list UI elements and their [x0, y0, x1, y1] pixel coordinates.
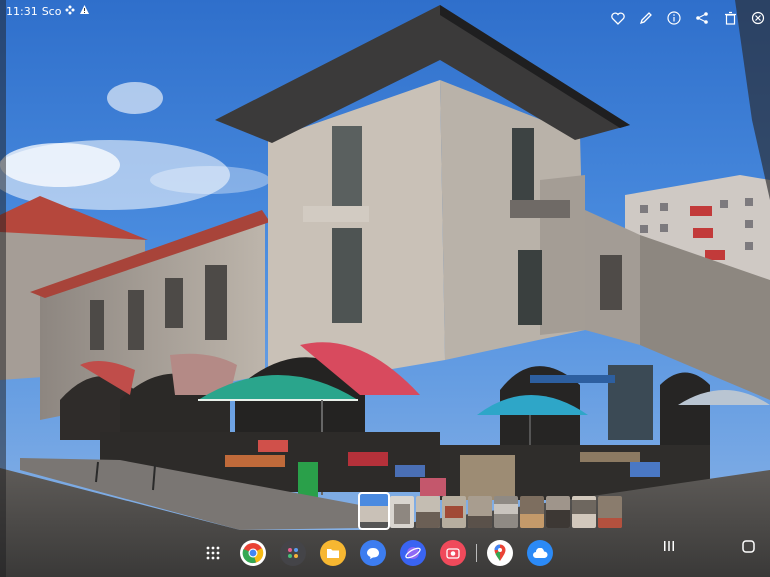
thumbnail[interactable]	[390, 496, 414, 528]
viewer-toolbar	[610, 10, 766, 26]
thumbnail[interactable]	[494, 496, 518, 528]
recents-icon[interactable]	[663, 540, 675, 556]
thumbnail[interactable]	[598, 496, 622, 528]
home-icon[interactable]	[742, 540, 755, 557]
messages-icon[interactable]	[360, 540, 386, 566]
carrier-label: Sco	[41, 4, 62, 18]
market-building-photo[interactable]	[0, 0, 770, 577]
dock-divider	[476, 544, 477, 562]
screen-recorder-icon[interactable]	[440, 540, 466, 566]
thumbnail-strip	[358, 492, 622, 530]
cloud-icon[interactable]	[527, 540, 553, 566]
info-icon[interactable]	[666, 10, 682, 26]
thumbnail[interactable]	[442, 496, 466, 528]
my-files-icon[interactable]	[320, 540, 346, 566]
app-drawer-icon[interactable]	[200, 540, 226, 566]
more-icon[interactable]	[750, 10, 766, 26]
thumbnail[interactable]	[546, 496, 570, 528]
warning-icon	[79, 4, 90, 18]
thumbnail-active[interactable]	[358, 492, 390, 530]
app-dock	[200, 540, 553, 566]
internet-browser-icon[interactable]	[400, 540, 426, 566]
thumbnail[interactable]	[520, 496, 544, 528]
clock: 11:31	[6, 4, 38, 18]
gallery-viewer: 11:31 Sco	[0, 0, 770, 577]
thumbnail[interactable]	[416, 496, 440, 528]
heart-icon[interactable]	[610, 10, 626, 26]
thumbnail[interactable]	[468, 496, 492, 528]
delete-icon[interactable]	[722, 10, 738, 26]
folder-grid-icon[interactable]	[280, 540, 306, 566]
status-bar: 11:31 Sco	[6, 4, 90, 18]
thumbnail[interactable]	[572, 496, 596, 528]
chrome-icon[interactable]	[240, 540, 266, 566]
maps-icon[interactable]	[487, 540, 513, 566]
dots-icon	[65, 5, 75, 18]
share-icon[interactable]	[694, 10, 710, 26]
edit-icon[interactable]	[638, 10, 654, 26]
